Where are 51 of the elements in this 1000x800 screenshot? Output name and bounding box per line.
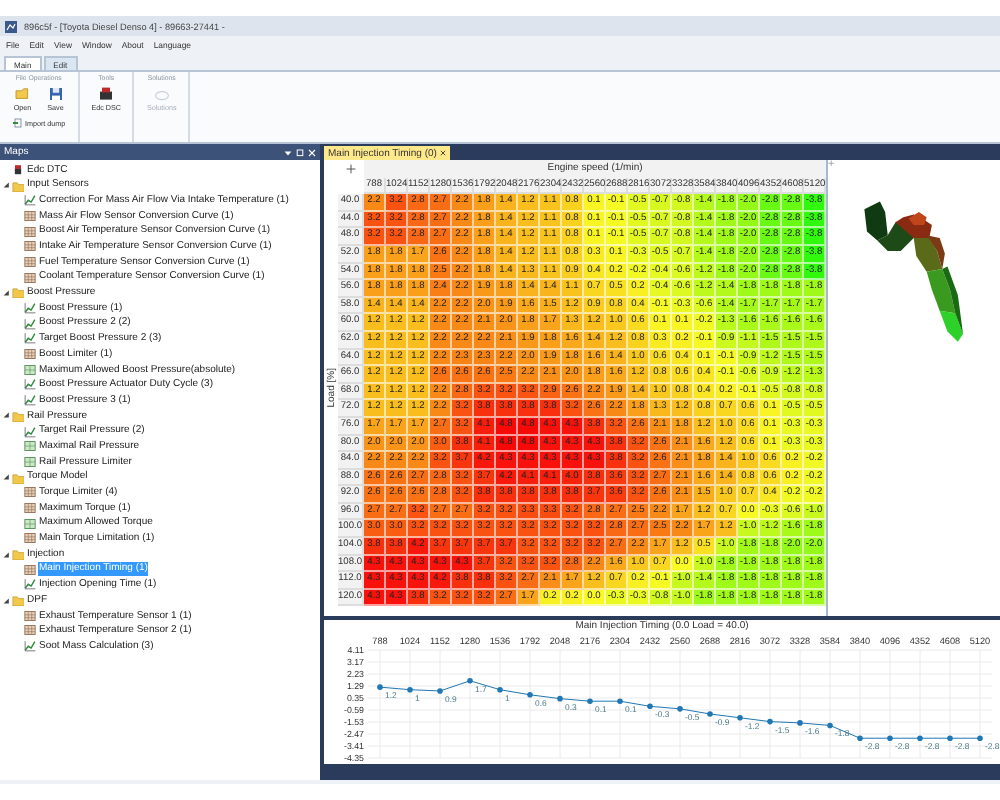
engine-icon — [12, 163, 24, 176]
folder-icon — [12, 179, 24, 192]
engine-icon — [98, 86, 115, 102]
data-point — [857, 735, 863, 741]
data-point — [407, 686, 413, 693]
data-point — [647, 703, 653, 710]
curve-icon — [24, 394, 36, 407]
expand-arrow-icon[interactable] — [2, 472, 10, 483]
curve-icon — [24, 194, 36, 207]
data-point — [887, 735, 893, 741]
expand-arrow-icon[interactable] — [2, 180, 10, 191]
folder-icon — [12, 594, 24, 607]
curve-icon — [24, 578, 36, 591]
expand-arrow-icon[interactable] — [2, 595, 10, 606]
data-point — [947, 735, 953, 741]
curve-icon — [24, 640, 36, 653]
curve-icon — [24, 425, 36, 438]
data-point — [917, 735, 923, 741]
expand-arrow-icon[interactable] — [2, 549, 10, 560]
data-point — [617, 698, 623, 704]
data-point — [437, 688, 443, 694]
data-point — [707, 711, 713, 717]
data-point — [557, 695, 563, 702]
pin-icon[interactable] — [296, 147, 304, 157]
expand-arrow-icon[interactable] — [2, 287, 10, 298]
data-point — [827, 722, 833, 729]
app-icon — [4, 19, 18, 33]
data-point — [737, 715, 743, 721]
plus-icon[interactable] — [346, 163, 356, 174]
close-icon[interactable] — [440, 150, 447, 156]
folder-icon — [12, 286, 24, 299]
data-point — [797, 720, 803, 726]
expand-arrow-icon[interactable] — [2, 410, 10, 421]
data-point — [467, 677, 473, 684]
folder-icon — [14, 86, 31, 102]
grid-icon — [24, 271, 36, 284]
data-point — [677, 706, 683, 712]
data-point — [767, 718, 773, 725]
folder-icon — [12, 409, 24, 422]
grid-icon — [24, 563, 36, 576]
data-point — [977, 735, 983, 741]
document-icon — [12, 118, 22, 128]
grid-icon — [24, 209, 36, 222]
surface-plot-drawing — [864, 201, 964, 342]
curve-icon — [24, 378, 36, 391]
folder-icon — [12, 548, 24, 561]
folder-icon — [12, 471, 24, 484]
data-point — [497, 686, 503, 693]
data-point — [527, 692, 533, 698]
data-point — [377, 684, 383, 690]
data-point — [587, 698, 593, 704]
